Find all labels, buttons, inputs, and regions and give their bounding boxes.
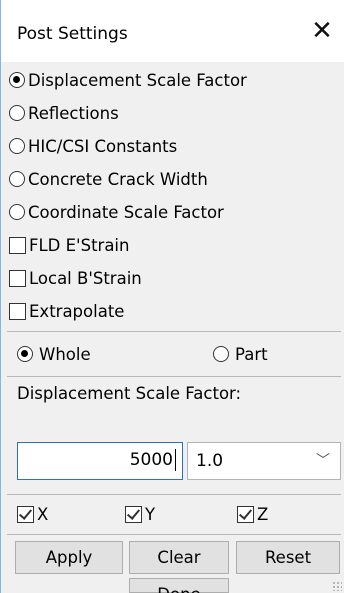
reset-label: Reset [264,548,312,567]
radio-icon[interactable] [9,105,25,121]
apply-label: Apply [45,548,93,567]
axis-y-checkbox[interactable]: Y [125,500,155,528]
text-caret [175,449,176,471]
option-local-bstrain[interactable]: Local B'Strain [9,264,142,292]
done-button[interactable]: Done [129,578,229,593]
radio-icon[interactable] [9,171,25,187]
option-displacement-scale-factor[interactable]: Displacement Scale Factor [9,66,247,94]
option-label: Extrapolate [29,301,125,321]
option-concrete-crack-width[interactable]: Concrete Crack Width [9,165,208,193]
divider [7,494,341,495]
radio-icon[interactable] [9,72,25,88]
chevron-down-icon[interactable]: ﹀ [316,443,330,479]
option-fld-estrain[interactable]: FLD E'Strain [9,231,129,259]
scale-factor-value: 5000 [129,450,173,470]
post-settings-window: Post Settings ✕ Displacement Scale Facto… [0,0,344,593]
divider [7,376,341,377]
checkbox[interactable] [237,505,254,523]
checkbox[interactable] [17,505,34,523]
option-label: Displacement Scale Factor [28,70,247,90]
option-reflections[interactable]: Reflections [9,99,119,127]
axis-x-checkbox[interactable]: X [17,500,48,528]
option-label: HIC/CSI Constants [28,136,178,156]
clear-label: Clear [157,548,201,567]
option-label: Concrete Crack Width [28,169,208,189]
axis-z-checkbox[interactable]: Z [237,500,268,528]
apply-button[interactable]: Apply [15,541,123,574]
scale-multiplier-select[interactable]: 1.0 ﹀ [187,442,341,480]
scale-factor-input[interactable]: 5000 [17,442,183,480]
radio-icon[interactable] [9,138,25,154]
clear-button[interactable]: Clear [129,541,229,574]
resize-grip-icon[interactable] [332,581,342,591]
part-label: Part [235,344,268,364]
option-coordinate-scale-factor[interactable]: Coordinate Scale Factor [9,198,224,226]
checkbox[interactable] [9,302,26,320]
option-label: Reflections [28,103,119,123]
axis-y-label: Y [145,504,156,524]
axis-z-label: Z [257,504,269,524]
axis-x-label: X [37,504,49,524]
whole-label: Whole [39,344,91,364]
reset-button[interactable]: Reset [236,541,340,574]
scale-factor-label: Displacement Scale Factor: [17,384,242,403]
divider [7,534,341,535]
radio-icon[interactable] [17,346,33,362]
title-bar: Post Settings ✕ [1,0,344,62]
option-label: Local B'Strain [29,268,142,288]
radio-part[interactable]: Part [213,340,268,368]
checkbox[interactable] [9,236,26,254]
option-hic-csi-constants[interactable]: HIC/CSI Constants [9,132,177,160]
checkbox[interactable] [125,505,142,523]
option-label: Coordinate Scale Factor [28,202,224,222]
scale-multiplier-value: 1.0 [196,451,224,471]
checkbox[interactable] [9,269,26,287]
radio-icon[interactable] [213,346,229,362]
divider [7,331,341,332]
radio-icon[interactable] [9,204,25,220]
done-label: Done [157,585,200,593]
option-label: FLD E'Strain [29,235,130,255]
option-extrapolate[interactable]: Extrapolate [9,297,124,325]
window-title: Post Settings [17,24,128,44]
radio-whole[interactable]: Whole [17,340,91,368]
close-icon[interactable]: ✕ [307,16,337,46]
